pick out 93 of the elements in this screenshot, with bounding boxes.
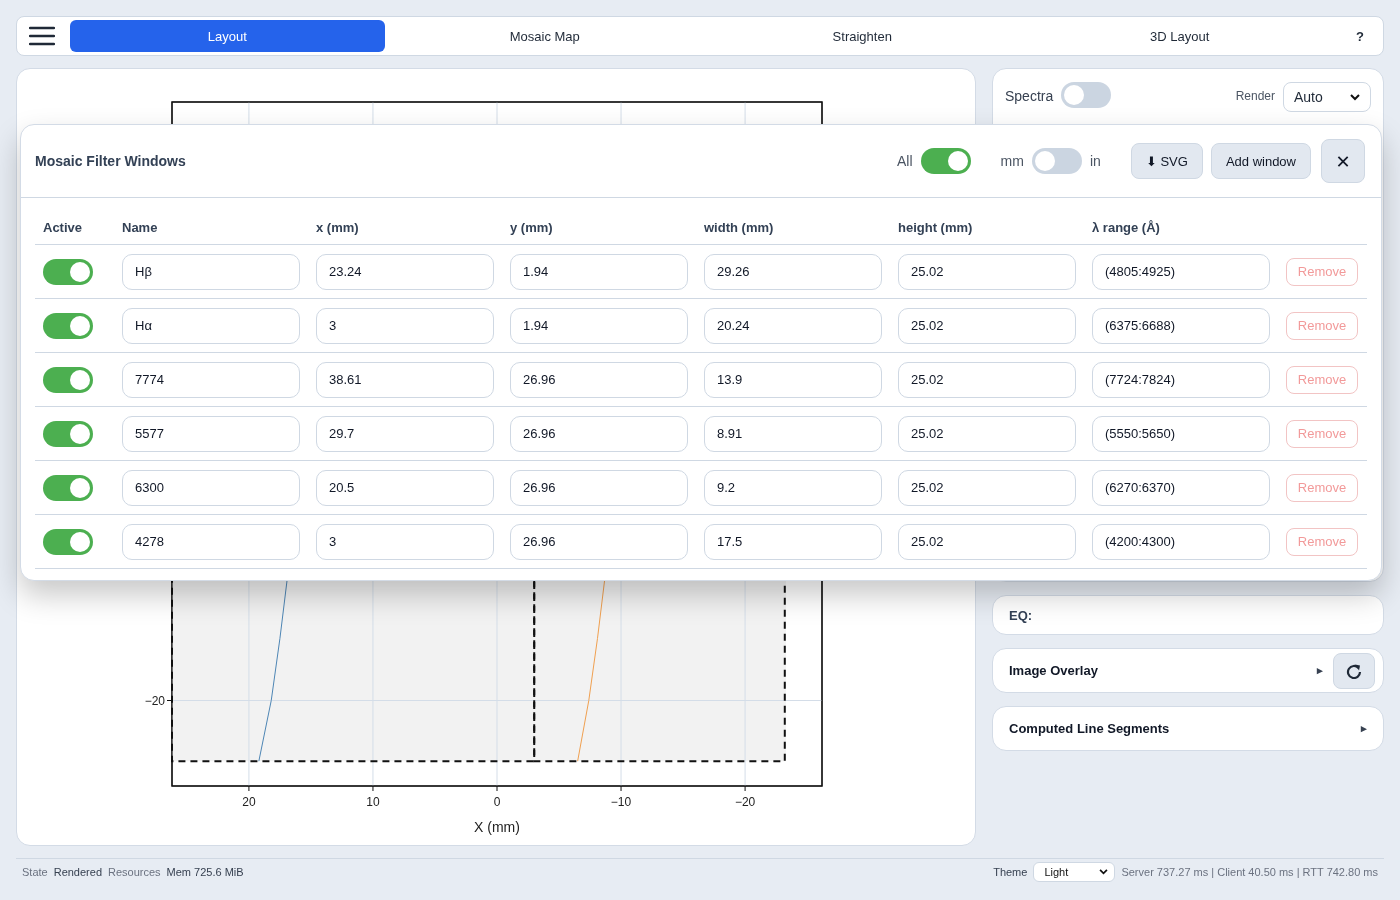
toggle-switch[interactable] xyxy=(43,528,93,555)
value-field[interactable]: (4805:4925) xyxy=(1092,253,1270,290)
toggle-switch[interactable] xyxy=(1031,148,1082,174)
name-field[interactable]: 5577 xyxy=(122,415,300,452)
tick-label: −10 xyxy=(610,795,632,809)
spectra-label: Spectra xyxy=(1005,87,1054,106)
close-button[interactable]: ✕ xyxy=(1321,139,1365,183)
name-field[interactable]: Hα xyxy=(122,307,300,344)
value-field[interactable]: 1.94 xyxy=(510,307,688,344)
value-field[interactable]: (7724:7824) xyxy=(1092,361,1270,398)
column-header: x (mm) xyxy=(316,219,360,235)
render-label: Render xyxy=(1235,88,1275,105)
section-title: Computed Line Segments xyxy=(1009,721,1171,736)
column-header: Name xyxy=(122,219,159,235)
value-field[interactable]: 25.02 xyxy=(898,253,1076,290)
value-field[interactable]: 38.61 xyxy=(316,361,494,398)
column-header: y (mm) xyxy=(510,219,554,235)
value-field[interactable]: 1.94 xyxy=(510,253,688,290)
nav-tab[interactable]: Mosaic Map xyxy=(387,20,702,52)
toggle-switch[interactable] xyxy=(1061,82,1112,108)
tick-label: −20 xyxy=(144,693,165,708)
memory-value: Mem 725.6 MiB xyxy=(166,865,244,878)
help-button[interactable]: ? xyxy=(1340,27,1380,45)
value-field[interactable]: (4200:4300) xyxy=(1092,523,1270,560)
value-field[interactable]: 25.02 xyxy=(898,307,1076,344)
timing-text: Server 737.27 ms | Client 40.50 ms | RTT 742.80 ms xyxy=(1121,865,1378,878)
eq-label: EQ: xyxy=(1009,607,1033,623)
value-field[interactable]: 26.96 xyxy=(510,415,688,452)
value-field[interactable]: 23.24 xyxy=(316,253,494,290)
value-field[interactable]: 26.96 xyxy=(510,361,688,398)
value-field[interactable]: (6270:6370) xyxy=(1092,469,1270,506)
value-field[interactable]: 25.02 xyxy=(898,361,1076,398)
value-field[interactable]: (5550:5650) xyxy=(1092,415,1270,452)
toggle-switch[interactable] xyxy=(43,474,93,501)
expand-arrow[interactable]: ▸ xyxy=(1317,664,1323,677)
name-field[interactable]: 4278 xyxy=(122,523,300,560)
theme-select[interactable]: Light xyxy=(1033,861,1116,882)
chevron-icon xyxy=(1350,93,1360,101)
column-header: Active xyxy=(43,219,84,235)
toggle-switch[interactable] xyxy=(43,420,93,447)
value-field[interactable]: 25.02 xyxy=(898,469,1076,506)
tick-label: −20 xyxy=(734,795,756,809)
state-label: State xyxy=(22,865,48,878)
dialog-title: Mosaic Filter Windows xyxy=(35,153,187,169)
reset-button[interactable] xyxy=(1333,652,1375,689)
value-field[interactable]: 29.26 xyxy=(704,253,882,290)
value-field[interactable]: 25.02 xyxy=(898,523,1076,560)
tick-label: 20 xyxy=(242,795,256,809)
nav-tab[interactable]: Straighten xyxy=(705,20,1020,52)
value-field[interactable]: 3 xyxy=(316,307,494,344)
name-field[interactable]: Hβ xyxy=(122,253,300,290)
all-label: All xyxy=(897,153,913,169)
value-field[interactable]: 9.2 xyxy=(704,469,882,506)
name-field[interactable]: 6300 xyxy=(122,469,300,506)
toolbar-button[interactable]: Add window xyxy=(1210,143,1311,179)
resources-label: Resources xyxy=(108,865,161,878)
unit-label: in xyxy=(1089,153,1101,169)
reset-icon xyxy=(1346,662,1362,679)
value-field[interactable]: 17.5 xyxy=(704,523,882,560)
tick-label: 10 xyxy=(366,795,380,809)
toggle-switch[interactable] xyxy=(43,312,93,339)
name-field[interactable]: 7774 xyxy=(122,361,300,398)
column-header: height (mm) xyxy=(898,219,974,235)
value-field[interactable]: 20.24 xyxy=(704,307,882,344)
render-select[interactable]: Auto xyxy=(1283,82,1371,112)
column-header: λ range (Å) xyxy=(1092,219,1161,235)
value-field[interactable]: 13.9 xyxy=(704,361,882,398)
value-field[interactable]: 26.96 xyxy=(510,523,688,560)
toolbar-button[interactable]: ⬇ SVG xyxy=(1130,143,1203,179)
axis-label: X (mm) xyxy=(474,819,520,835)
value-field[interactable]: 3 xyxy=(316,523,494,560)
column-header: width (mm) xyxy=(704,219,775,235)
value-field[interactable]: 20.5 xyxy=(316,469,494,506)
value-field[interactable]: 26.96 xyxy=(510,469,688,506)
menu-icon[interactable] xyxy=(29,26,55,46)
value-field[interactable]: (6375:6688) xyxy=(1092,307,1270,344)
chevron-icon xyxy=(1099,868,1109,875)
toggle-switch[interactable] xyxy=(43,258,93,285)
value-field[interactable]: 25.02 xyxy=(898,415,1076,452)
nav-tab[interactable]: 3D Layout xyxy=(1022,20,1337,52)
section-header[interactable]: Image Overlay ▸ xyxy=(992,648,1384,693)
value-field[interactable]: 29.7 xyxy=(316,415,494,452)
toggle-switch[interactable] xyxy=(920,148,971,174)
section-header[interactable]: Computed Line Segments ▸ xyxy=(992,706,1384,751)
nav-tab[interactable]: Layout xyxy=(70,20,385,52)
theme-label: Theme xyxy=(993,865,1028,878)
state-value: Rendered xyxy=(53,865,102,878)
tick-label: 0 xyxy=(493,795,501,809)
toggle-switch[interactable] xyxy=(43,366,93,393)
section-title: Image Overlay xyxy=(1009,663,1099,678)
expand-arrow[interactable]: ▸ xyxy=(1361,722,1367,735)
unit-label: mm xyxy=(1000,153,1024,169)
value-field[interactable]: 8.91 xyxy=(704,415,882,452)
